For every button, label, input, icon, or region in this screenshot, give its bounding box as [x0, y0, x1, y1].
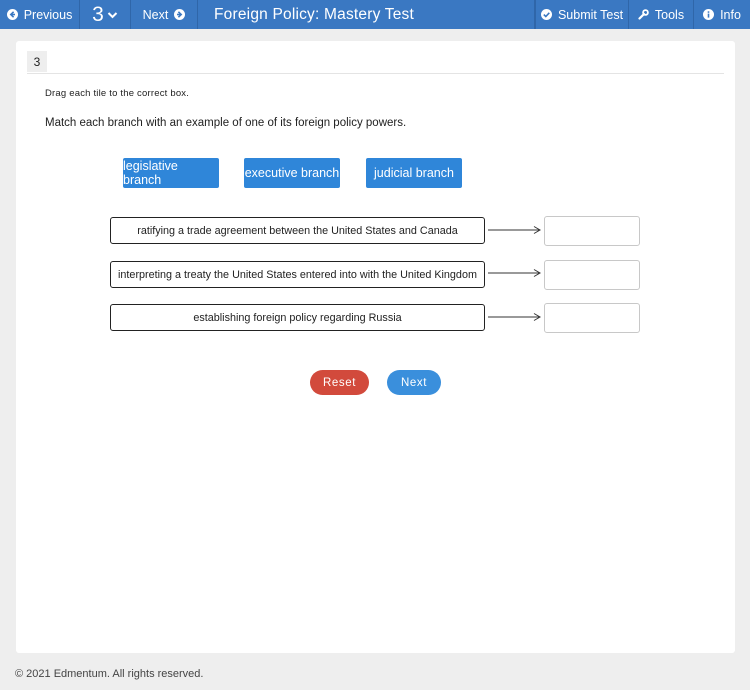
submit-label: Submit Test	[557, 7, 624, 22]
copyright-footer: © 2021 Edmentum. All rights reserved.	[15, 668, 204, 680]
tile-judicial-branch[interactable]: judicial branch	[366, 158, 462, 188]
question-number: 3	[92, 2, 104, 26]
statement-box-2: interpreting a treaty the United States …	[110, 261, 485, 288]
instruction-text: Drag each tile to the correct box.	[45, 88, 190, 99]
question-prompt: Match each branch with an example of one…	[45, 117, 407, 129]
tools-button[interactable]: Tools	[629, 0, 694, 29]
drop-target-1[interactable]	[544, 216, 640, 246]
next-question-button[interactable]: Next	[131, 0, 198, 29]
top-toolbar: Previous 3 Next Foreign Policy: Mastery …	[0, 0, 750, 29]
previous-label: Previous	[23, 7, 73, 22]
drop-target-2[interactable]	[544, 260, 640, 290]
reset-button[interactable]: Reset	[310, 370, 369, 395]
info-button[interactable]: Info	[694, 0, 750, 29]
submit-test-button[interactable]: Submit Test	[535, 0, 629, 29]
chevron-down-icon	[107, 9, 118, 20]
arrow-left-circle-icon	[6, 9, 18, 20]
info-circle-icon	[703, 9, 715, 20]
tile-executive-branch[interactable]: executive branch	[244, 158, 340, 188]
divider	[27, 73, 724, 74]
tile-legislative-branch[interactable]: legislative branch	[123, 158, 219, 188]
question-number-badge: 3	[27, 51, 47, 72]
question-selector[interactable]: 3	[80, 0, 131, 29]
next-button[interactable]: Next	[387, 370, 441, 395]
info-label: Info	[720, 7, 741, 22]
question-card: 3 Drag each tile to the correct box. Mat…	[16, 41, 735, 653]
arrow-right-icon	[488, 313, 541, 321]
previous-button[interactable]: Previous	[0, 0, 80, 29]
arrow-right-circle-icon	[174, 9, 186, 20]
arrow-right-icon	[488, 226, 541, 234]
tools-label: Tools	[654, 7, 685, 22]
wrench-icon	[638, 9, 649, 20]
statement-box-1: ratifying a trade agreement between the …	[110, 217, 485, 244]
next-label: Next	[142, 7, 169, 22]
drop-target-3[interactable]	[544, 303, 640, 333]
arrow-right-icon	[488, 269, 541, 277]
statement-box-3: establishing foreign policy regarding Ru…	[110, 304, 485, 331]
test-title: Foreign Policy: Mastery Test	[198, 0, 535, 29]
check-circle-icon	[540, 9, 552, 20]
